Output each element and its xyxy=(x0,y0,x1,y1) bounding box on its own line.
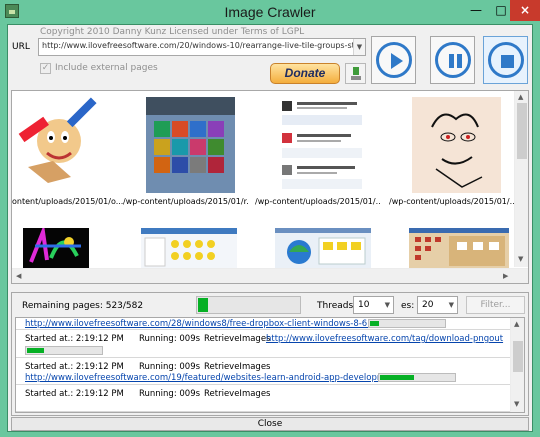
gallery-horizontal-scrollbar[interactable]: ◀ ▶ xyxy=(12,268,528,283)
log-entry: Started at.: 2:19:12 PM Running: 009s Re… xyxy=(16,330,512,358)
log-started: Started at.: 2:19:12 PM xyxy=(25,389,124,399)
include-external-checkbox[interactable]: ✓ xyxy=(40,63,51,74)
log-started: Started at.: 2:19:12 PM xyxy=(25,334,124,344)
download-icon[interactable] xyxy=(345,63,366,84)
filter-button[interactable]: Filter... xyxy=(466,296,525,314)
threads-value: 10 xyxy=(358,300,370,310)
threads-label: Threads: xyxy=(317,301,357,311)
pause-icon xyxy=(435,42,471,78)
gallery-thumbnail[interactable] xyxy=(279,97,368,193)
log-link[interactable]: http://www.ilovefreesoftware.com/28/wind… xyxy=(25,319,405,329)
play-icon xyxy=(376,42,412,78)
log-scrollbar[interactable]: ▲ ▼ xyxy=(510,318,524,412)
copyright-text: Copyright 2010 Danny Kunz Licensed under… xyxy=(40,27,305,37)
image-gallery[interactable]: ontent/uploads/2015/01/o... /wp-content/… xyxy=(11,90,529,284)
chevron-down-icon: ▼ xyxy=(384,301,390,309)
threads-select[interactable]: 10 ▼ xyxy=(353,296,394,314)
crawl-progress-fill xyxy=(198,298,209,312)
include-external-label: Include external pages xyxy=(55,63,158,73)
es-label: es: xyxy=(401,301,415,311)
thumbnail-label: /wp-content/uploads/2015/01/r... xyxy=(123,197,249,206)
log-link[interactable]: http://www.ilovefreesoftware.com/tag/dow… xyxy=(266,334,503,344)
chevron-down-icon: ▼ xyxy=(448,301,454,309)
main-panel: Copyright 2010 Danny Kunz Licensed under… xyxy=(7,24,533,432)
remaining-pages: Remaining pages: 523/582 xyxy=(22,301,144,311)
log-progress-bar xyxy=(368,319,446,328)
minimize-button[interactable]: — xyxy=(463,0,489,21)
gallery-thumbnail[interactable] xyxy=(412,97,501,193)
log-progress-bar xyxy=(378,373,456,382)
stop-button[interactable] xyxy=(483,36,528,84)
log-entry: Started at.: 2:19:12 PM Running: 009s Re… xyxy=(16,386,512,412)
log-progress-fill xyxy=(27,348,44,353)
gallery-thumbnail[interactable] xyxy=(141,228,237,268)
gallery-thumbnail[interactable] xyxy=(275,228,371,268)
window-close-button[interactable]: × xyxy=(510,0,540,21)
window-title: Image Crawler xyxy=(224,4,316,20)
log-entry: http://www.ilovefreesoftware.com/28/wind… xyxy=(16,318,512,330)
log-running: Running: 009s xyxy=(139,389,201,399)
log-action: RetrieveImages xyxy=(204,362,271,372)
log-entry: Started at.: 2:19:12 PM Running: 009s Re… xyxy=(16,359,512,385)
donate-button[interactable]: Donate xyxy=(270,63,340,84)
log-started: Started at.: 2:19:12 PM xyxy=(25,362,124,372)
log-link[interactable]: http://www.ilovefreesoftware.com/19/feat… xyxy=(25,373,421,383)
gallery-thumbnail[interactable] xyxy=(13,97,102,193)
play-button[interactable] xyxy=(371,36,416,84)
chevron-down-icon[interactable]: ▼ xyxy=(353,39,365,55)
log-running: Running: 009s xyxy=(139,362,201,372)
title-bar[interactable]: Image Crawler — □ × xyxy=(0,0,540,24)
log-action: RetrieveImages xyxy=(204,334,271,344)
thumbnail-label: ontent/uploads/2015/01/o... xyxy=(12,197,124,206)
es-select[interactable]: 20 ▼ xyxy=(417,296,458,314)
es-value: 20 xyxy=(422,300,434,310)
thumbnail-label: /wp-content/uploads/2015/01/... xyxy=(255,197,381,206)
status-panel: Remaining pages: 523/582 Threads: 10 ▼ es… xyxy=(11,292,529,416)
pause-button[interactable] xyxy=(430,36,475,84)
thumbnail-label: /wp-content/uploads/2015/01/... xyxy=(389,197,515,206)
gallery-thumbnail[interactable] xyxy=(146,97,235,193)
log-progress-fill xyxy=(380,375,415,380)
crawl-progress-bar xyxy=(196,296,301,314)
image-crawler-window: Image Crawler — □ × Copyright 2010 Danny… xyxy=(0,0,540,437)
stop-icon xyxy=(488,42,524,78)
log-progress-bar xyxy=(25,346,103,355)
gallery-vertical-scrollbar[interactable]: ▲ ▼ xyxy=(514,91,528,267)
close-button[interactable]: Close xyxy=(11,417,529,431)
url-input[interactable]: http://www.ilovefreesoftware.com/20/wind… xyxy=(38,38,366,56)
gallery-thumbnail[interactable] xyxy=(409,228,509,268)
log-action: RetrieveImages xyxy=(204,389,271,399)
gallery-thumbnail[interactable] xyxy=(23,228,89,268)
activity-log[interactable]: http://www.ilovefreesoftware.com/28/wind… xyxy=(15,317,525,413)
url-label: URL xyxy=(12,42,30,52)
log-progress-fill xyxy=(370,321,380,326)
log-running: Running: 009s xyxy=(139,334,201,344)
